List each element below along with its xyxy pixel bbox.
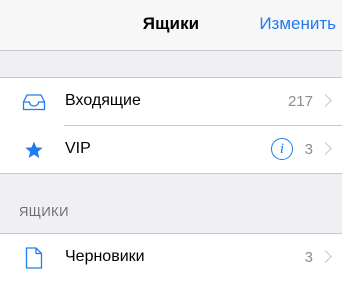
group-spacer (0, 52, 342, 77)
mailboxes-screen: Ящики Изменить Входящие 217 VIP i 3 ЯЩИК… (0, 0, 342, 282)
star-icon (22, 140, 46, 160)
edit-button[interactable]: Изменить (259, 14, 336, 34)
inbox-count: 217 (287, 93, 313, 110)
vip-count: 3 (304, 141, 313, 158)
list-item-vip[interactable]: VIP i 3 (0, 126, 342, 174)
drafts-label: Черновики (65, 248, 145, 265)
list-item-inbox[interactable]: Входящие 217 (0, 78, 342, 126)
inbox-tray-icon (22, 92, 46, 112)
drafts-count: 3 (304, 249, 313, 266)
chevron-right-icon (319, 142, 332, 155)
vip-label: VIP (65, 140, 91, 157)
chevron-right-icon (319, 250, 332, 263)
chevron-right-icon (319, 94, 332, 107)
main-mailbox-group: Входящие 217 VIP i 3 (0, 77, 342, 174)
mailboxes-group: Черновики 3 (0, 233, 342, 282)
document-icon (22, 247, 46, 269)
list-item-drafts[interactable]: Черновики 3 (0, 234, 342, 282)
section-header-mailboxes: ЯЩИКИ (19, 204, 69, 219)
inbox-label: Входящие (65, 92, 141, 109)
navigation-bar: Ящики Изменить (0, 0, 342, 51)
info-icon[interactable]: i (271, 138, 293, 160)
